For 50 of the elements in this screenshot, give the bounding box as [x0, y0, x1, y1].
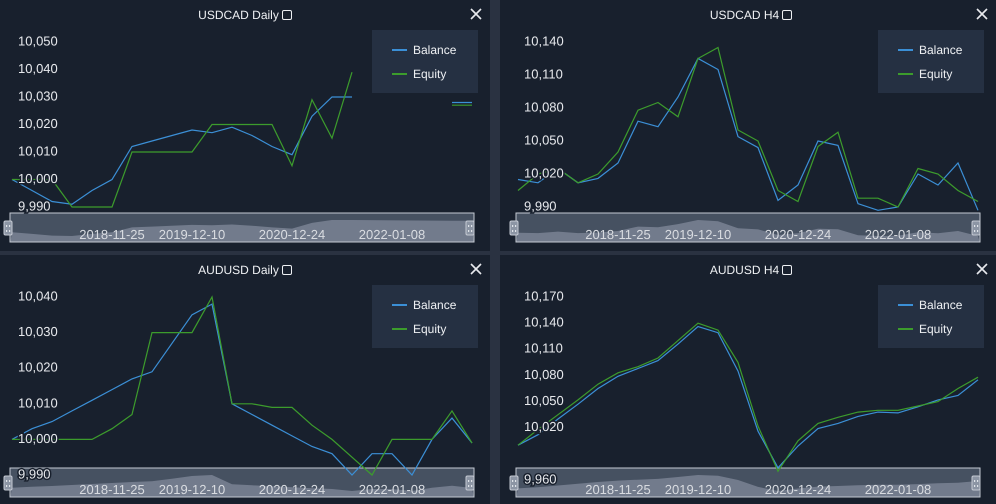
axis-label: 10,040: [18, 60, 58, 76]
axis-label: 2022-01-08: [864, 482, 932, 497]
legend-label[interactable]: Balance: [919, 298, 962, 312]
chart-title: USDCAD H4: [710, 8, 780, 22]
axis-label: 2020-12-24: [764, 482, 832, 497]
axis-label: 10,050: [18, 33, 58, 48]
axis-label: 10,170: [524, 288, 564, 304]
axis-label: 10,030: [18, 88, 58, 104]
axis-label: 10,010: [18, 143, 58, 158]
legend-label[interactable]: Equity: [413, 322, 446, 336]
axis-label: 10,110: [524, 340, 563, 356]
axis-label: 2020-12-24: [258, 482, 326, 497]
axis-label: 10,140: [524, 314, 564, 330]
axis-label: 2020-12-24: [764, 227, 832, 242]
chart-title: AUDUSD Daily: [198, 263, 279, 277]
axis-label: 2019-12-10: [664, 227, 732, 242]
legend-label[interactable]: Equity: [413, 66, 446, 80]
axis-label: 9,990: [18, 466, 51, 482]
axis-label: 10,030: [18, 324, 58, 340]
axis-label: 10,080: [524, 366, 564, 382]
axis-label: 2019-12-10: [158, 227, 226, 242]
axis-label: 2022-01-08: [358, 227, 426, 242]
legend-label[interactable]: Balance: [413, 42, 456, 56]
axis-label: 2022-01-08: [864, 227, 932, 242]
axis-label: 10,140: [524, 33, 564, 48]
axis-label: 10,040: [18, 288, 58, 304]
chart-title: AUDUSD H4: [710, 263, 780, 277]
legend-label[interactable]: Equity: [919, 66, 952, 80]
axis-label: 10,050: [524, 393, 564, 408]
axis-label: 9,990: [18, 198, 51, 214]
legend-label[interactable]: Equity: [919, 322, 952, 336]
legend-label[interactable]: Balance: [919, 42, 962, 56]
chart-title: USDCAD Daily: [198, 8, 279, 22]
axis-label: 10,020: [18, 116, 58, 131]
axis-label: 2018-11-25: [585, 482, 651, 497]
legend-label[interactable]: Balance: [413, 298, 456, 312]
axis-label: 10,080: [524, 99, 564, 114]
axis-label: 2019-12-10: [158, 482, 226, 497]
axis-label: 2019-12-10: [664, 482, 732, 497]
axis-label: 2022-01-08: [358, 482, 426, 497]
axis-label: 2018-11-25: [585, 227, 651, 242]
axis-label: 9,960: [524, 471, 557, 486]
axis-label: 10,110: [524, 66, 563, 82]
axis-label: 9,990: [524, 198, 557, 214]
axis-label: 2018-11-25: [79, 482, 145, 497]
axis-label: 2020-12-24: [258, 227, 326, 242]
axis-label: 10,020: [18, 360, 58, 375]
axis-label: 10,050: [524, 132, 564, 148]
axis-label: 2018-11-25: [79, 227, 145, 242]
axis-label: 10,010: [18, 395, 58, 410]
